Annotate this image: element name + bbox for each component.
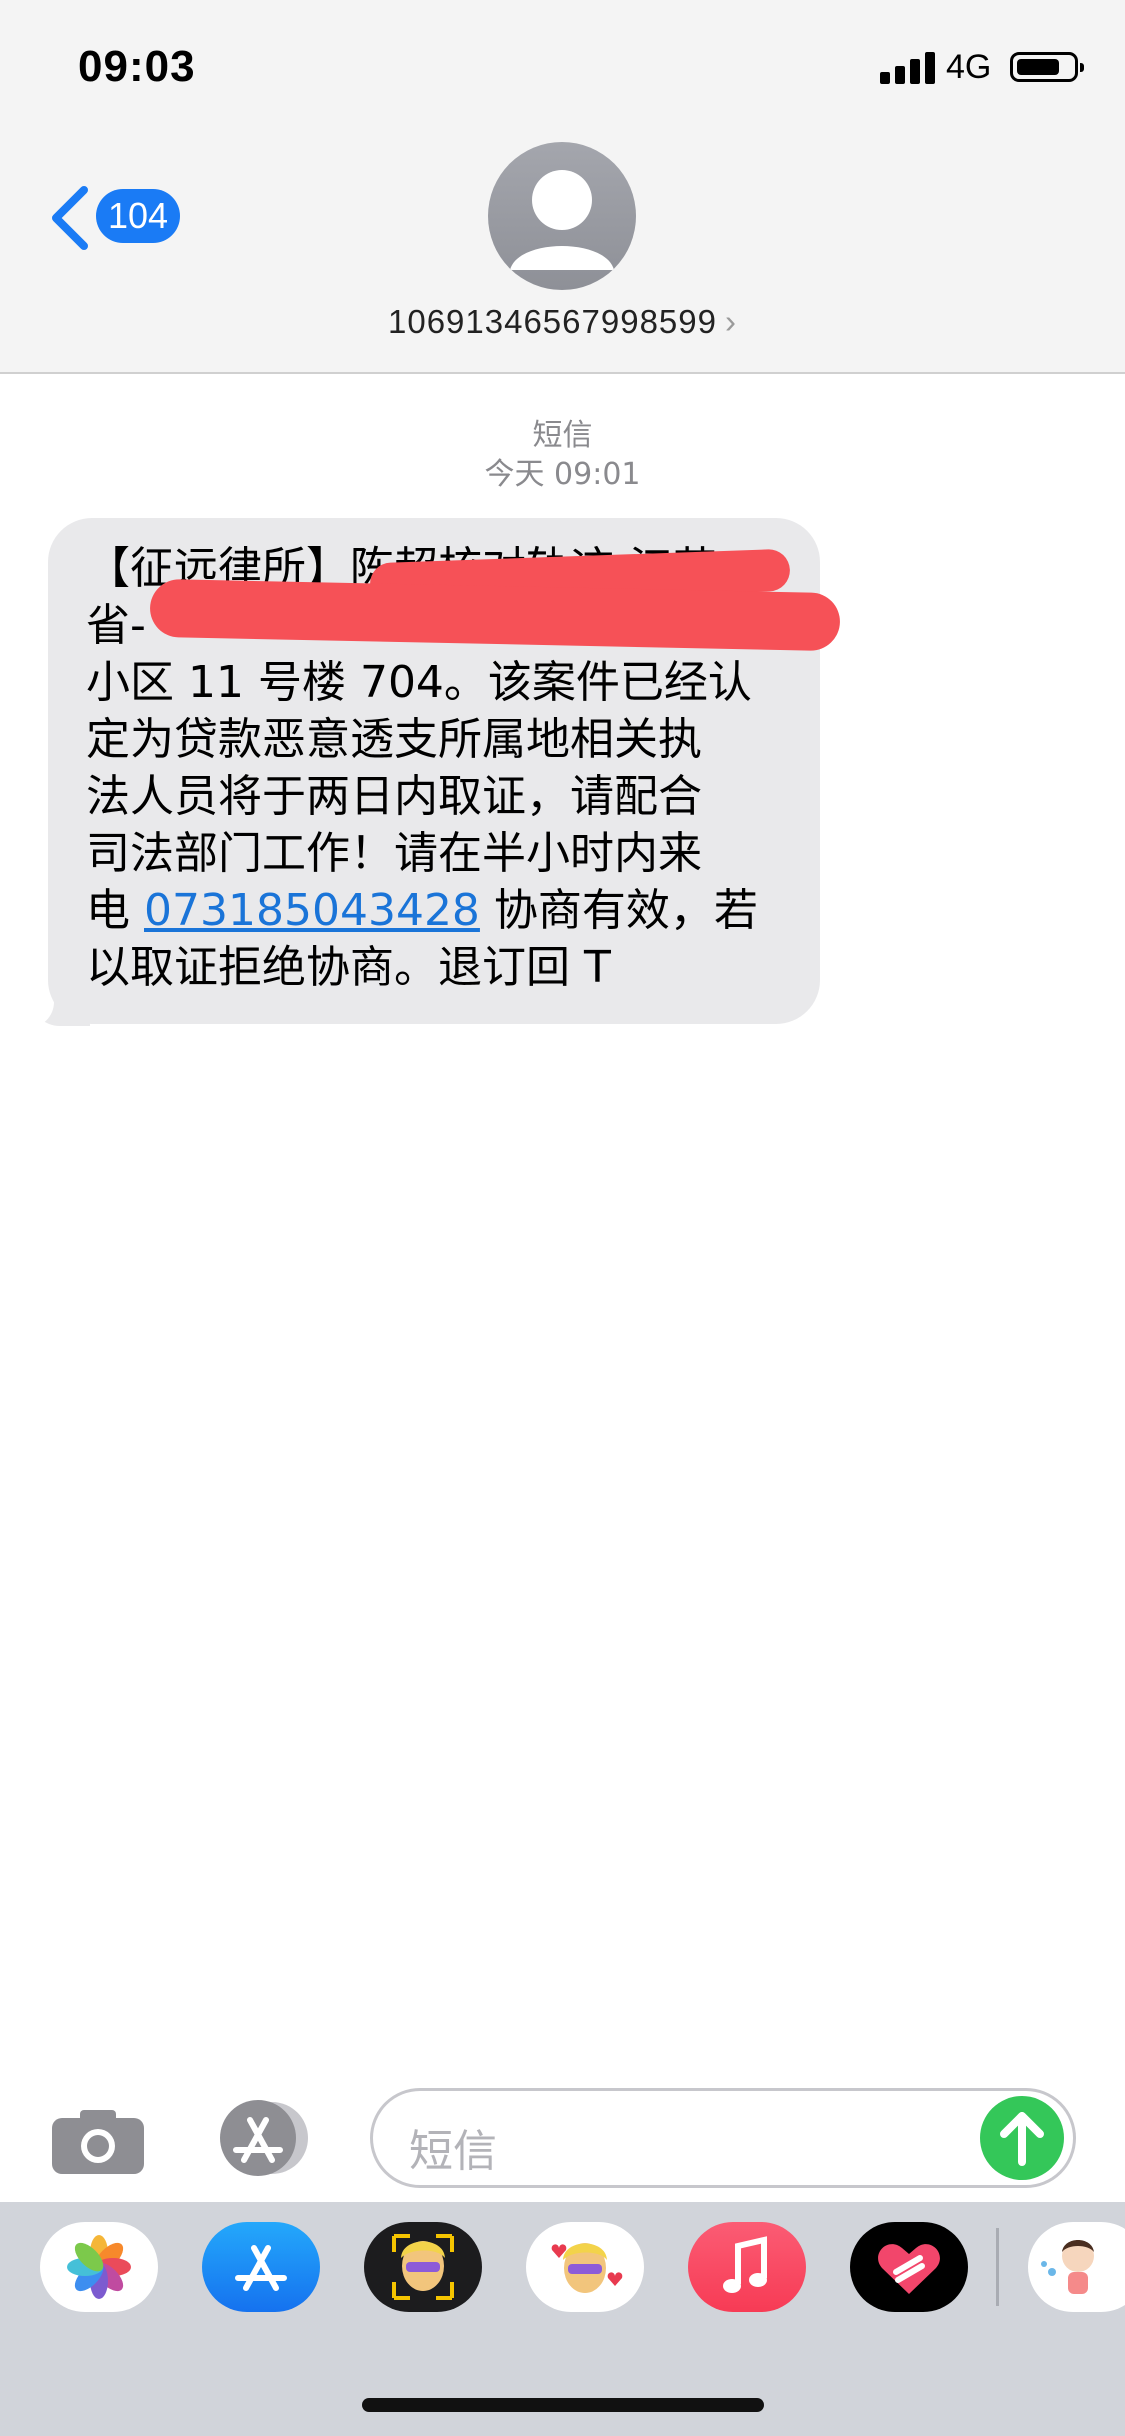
conversation-header: 09:03 4G 104 10691346567998599 › <box>0 0 1125 374</box>
battery-icon <box>1010 52 1084 82</box>
home-indicator[interactable] <box>362 2398 764 2412</box>
service-label: 短信 <box>532 418 593 453</box>
cellular-signal-icon <box>880 52 936 84</box>
memoji-icon <box>392 2234 454 2300</box>
message-line: 司法部门工作！请在半小时内来 <box>86 828 702 879</box>
memoji-camera-app-button[interactable] <box>364 2222 482 2312</box>
chevron-left-icon <box>52 186 88 250</box>
app-store-icon <box>220 2100 308 2176</box>
send-button[interactable] <box>980 2096 1064 2180</box>
contact-number[interactable]: 10691346567998599 › <box>0 303 1125 341</box>
memoji-stickers-app-button[interactable] <box>526 2222 644 2312</box>
music-app-button[interactable] <box>688 2222 806 2312</box>
app-store-button[interactable] <box>208 2098 318 2178</box>
message-timestamp: 今天 09:01 <box>484 457 641 492</box>
message-line: 法人员将于两日内取证，请配合 <box>86 771 702 822</box>
music-icon <box>723 2236 767 2293</box>
chevron-right-icon: › <box>725 303 737 340</box>
message-line: 以取证拒绝协商。退订回 T <box>86 942 611 993</box>
message-line: 定为贷款恶意透支所属地相关执 <box>86 714 702 765</box>
digital-touch-app-button[interactable] <box>850 2222 968 2312</box>
heart-app-icon <box>878 2244 940 2294</box>
message-line-suffix: 协商有效，若 <box>479 885 758 936</box>
network-type: 4G <box>946 48 992 86</box>
status-time: 09:03 <box>78 42 196 91</box>
message-line: 小区 11 号楼 704。该案件已经认 <box>86 657 752 708</box>
app-store-icon <box>235 2245 287 2291</box>
sticker-icon <box>1041 2240 1094 2294</box>
photos-icon <box>67 2235 131 2299</box>
contact-number-text: 10691346567998599 <box>387 303 717 340</box>
message-line: 电 073185043428 协商有效，若 <box>86 882 806 939</box>
back-button[interactable]: 104 <box>44 180 194 256</box>
camera-button[interactable] <box>50 2108 146 2176</box>
message-input-placeholder: 短信 <box>409 2126 497 2177</box>
app-strip-divider <box>996 2228 999 2306</box>
person-icon <box>510 170 614 270</box>
sticker-app-button[interactable] <box>1028 2222 1125 2312</box>
camera-icon <box>52 2110 144 2174</box>
app-store-app-button[interactable] <box>202 2222 320 2312</box>
contact-avatar[interactable] <box>488 142 636 290</box>
message-input[interactable]: 短信 <box>370 2088 1076 2188</box>
memoji-sticker-icon <box>551 2243 623 2293</box>
photos-app-button[interactable] <box>40 2222 158 2312</box>
message-line-prefix: 电 <box>86 885 144 936</box>
send-arrow-icon <box>1000 2112 1044 2166</box>
unread-count-badge: 104 <box>96 189 181 243</box>
phone-number-link[interactable]: 073185043428 <box>144 885 480 936</box>
